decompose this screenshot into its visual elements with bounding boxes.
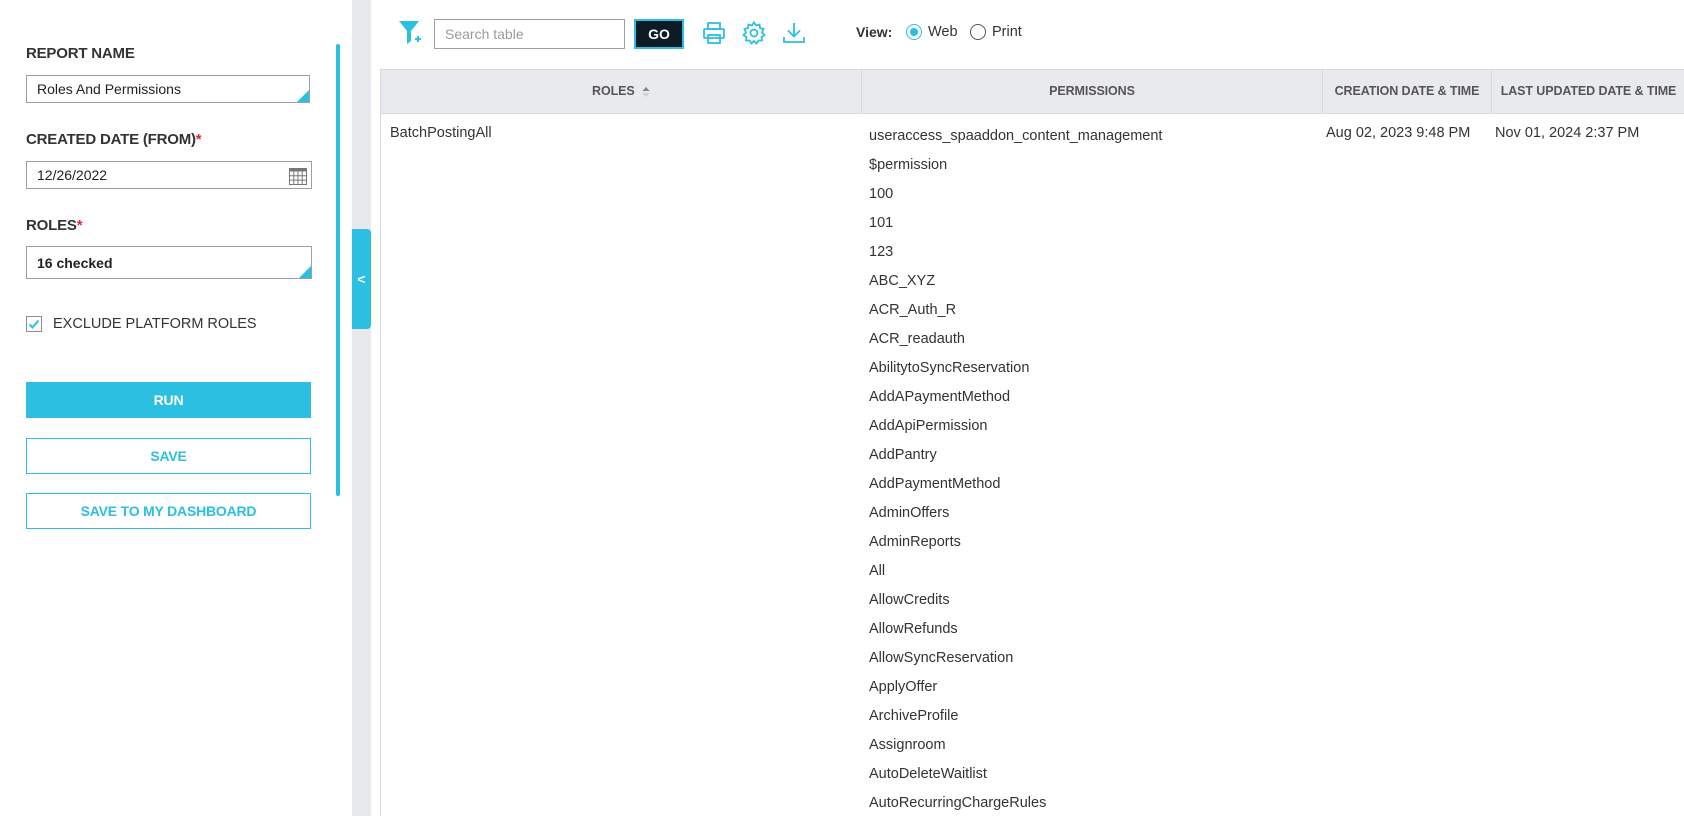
created-date-label-text: CREATED DATE (FROM) (26, 131, 196, 148)
permission-item: 101 (869, 215, 894, 231)
download-icon[interactable] (782, 21, 806, 45)
calendar-icon[interactable] (289, 167, 307, 185)
panel-scrollbar[interactable] (336, 44, 340, 496)
permission-item: AbilitytoSyncReservation (869, 360, 1030, 376)
table-header: ROLES PERMISSIONS CREATION DATE & TIME L… (381, 70, 1684, 114)
creation-date-cell: Aug 02, 2023 9:48 PM (1326, 125, 1471, 141)
report-name-field[interactable]: Roles And Permissions (26, 75, 310, 103)
panel-divider (352, 0, 371, 816)
report-parameters-panel: REPORT NAME Roles And Permissions CREATE… (0, 0, 353, 816)
created-date-value: 12/26/2022 (37, 167, 108, 183)
roles-label: ROLES* (26, 217, 83, 234)
roles-label-text: ROLES (26, 217, 77, 234)
report-name-value: Roles And Permissions (37, 81, 181, 97)
permission-item: ABC_XYZ (869, 273, 936, 289)
exclude-platform-roles-checkbox[interactable] (26, 316, 42, 332)
permissions-list: useraccess_spaaddon_content_management $… (869, 122, 1162, 818)
last-updated-cell: Nov 01, 2024 2:37 PM (1495, 125, 1640, 141)
collapse-panel-button[interactable]: < (352, 229, 371, 329)
permission-item: ACR_Auth_R (869, 302, 957, 318)
permission-item: AddAPaymentMethod (869, 389, 1011, 405)
view-print-radio[interactable] (970, 24, 986, 40)
permission-item: AllowRefunds (869, 621, 958, 637)
roles-value: 16 checked (37, 255, 113, 271)
permission-item: $permission (869, 157, 948, 173)
view-web-radio[interactable] (906, 24, 922, 40)
resize-corner-icon (297, 90, 309, 102)
view-web-option[interactable]: Web (906, 24, 958, 40)
report-table: ROLES PERMISSIONS CREATION DATE & TIME L… (380, 69, 1684, 816)
permission-item: 100 (869, 186, 894, 202)
view-print-label: Print (992, 24, 1022, 40)
save-to-dashboard-button[interactable]: SAVE TO MY DASHBOARD (26, 493, 311, 529)
settings-gear-icon[interactable] (742, 21, 766, 45)
save-button[interactable]: SAVE (26, 438, 311, 474)
run-button[interactable]: RUN (26, 382, 311, 418)
column-header-roles[interactable]: ROLES (381, 70, 862, 113)
view-web-label: Web (928, 24, 958, 40)
view-label: View: (856, 24, 893, 40)
permission-item: AllowSyncReservation (869, 650, 1014, 666)
view-print-option[interactable]: Print (970, 24, 1022, 40)
exclude-platform-roles-label: EXCLUDE PLATFORM ROLES (53, 316, 257, 332)
required-marker: * (195, 131, 202, 148)
column-header-last-updated[interactable]: LAST UPDATED DATE & TIME (1492, 70, 1684, 113)
permission-item: ApplyOffer (869, 679, 938, 695)
roles-multiselect[interactable]: 16 checked (26, 246, 312, 279)
column-header-roles-label: ROLES (592, 84, 635, 98)
permission-item: ACR_readauth (869, 331, 965, 347)
created-date-label: CREATED DATE (FROM)* (26, 131, 202, 148)
required-marker: * (76, 217, 83, 234)
exclude-platform-roles-row[interactable]: EXCLUDE PLATFORM ROLES (26, 316, 257, 332)
search-input[interactable] (434, 19, 625, 49)
column-header-creation-date[interactable]: CREATION DATE & TIME (1323, 70, 1492, 113)
filter-add-icon[interactable] (398, 19, 422, 47)
permission-item: AddPaymentMethod (869, 476, 1001, 492)
permission-item: AdminReports (869, 534, 961, 550)
permission-item: AutoRecurringChargeRules (869, 795, 1047, 811)
created-date-field[interactable]: 12/26/2022 (26, 161, 312, 189)
sort-ascending-icon[interactable] (642, 86, 650, 98)
column-header-permissions[interactable]: PERMISSIONS (862, 70, 1323, 113)
permission-item: AddApiPermission (869, 418, 988, 434)
checkmark-icon (28, 319, 40, 329)
radio-selected-dot (910, 28, 918, 36)
permission-item: Assignroom (869, 737, 946, 753)
permission-item: AdminOffers (869, 505, 950, 521)
print-icon[interactable] (702, 21, 726, 45)
role-cell: BatchPostingAll (390, 125, 492, 141)
report-name-label: REPORT NAME (26, 45, 135, 62)
permission-item: useraccess_spaaddon_content_management (869, 128, 1163, 144)
dropdown-corner-icon (299, 266, 311, 278)
permission-item: 123 (869, 244, 894, 260)
permission-item: AllowCredits (869, 592, 950, 608)
permission-item: All (869, 563, 886, 579)
go-button[interactable]: GO (634, 19, 684, 49)
permission-item: ArchiveProfile (869, 708, 959, 724)
permission-item: AutoDeleteWaitlist (869, 766, 987, 782)
permission-item: AddPantry (869, 447, 937, 463)
